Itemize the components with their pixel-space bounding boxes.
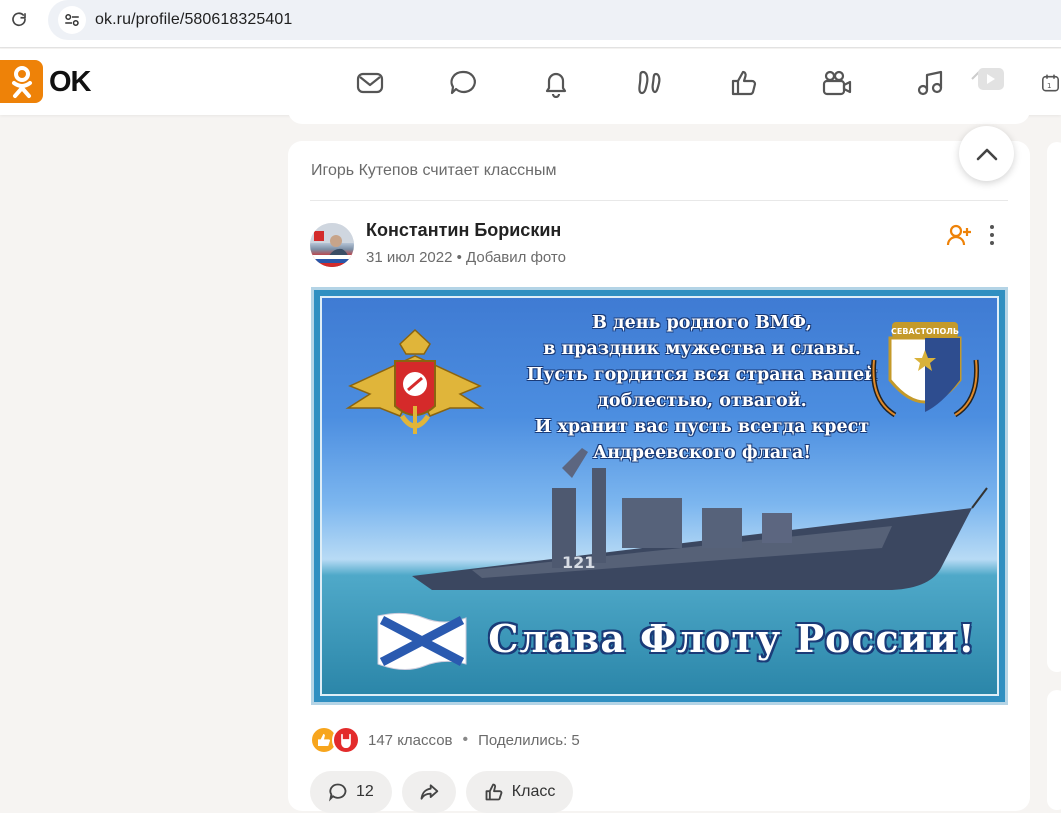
music-icon[interactable] xyxy=(914,67,946,99)
post-action: Добавил фото xyxy=(466,249,566,266)
sevastopol-emblem-icon: СЕВАСТОПОЛЬ xyxy=(870,322,980,418)
shares-count[interactable]: Поделились: 5 xyxy=(478,732,580,749)
author-name[interactable]: Константин Борискин xyxy=(366,220,561,241)
right-column-card xyxy=(1047,690,1061,810)
warship-illustration: 121 xyxy=(412,448,988,590)
post-photo-content: В день родного ВМФ, в праздник мужества … xyxy=(320,296,999,696)
share-button[interactable] xyxy=(401,771,456,813)
site-settings-icon[interactable] xyxy=(58,6,86,34)
poem-line: Пусть гордится вся страна вашей xyxy=(526,365,878,385)
address-bar[interactable]: ok.ru/profile/580618325401 xyxy=(48,0,1061,40)
comments-button[interactable]: 12 xyxy=(310,771,392,813)
thumbs-up-icon xyxy=(485,783,503,801)
reload-icon[interactable] xyxy=(8,9,30,31)
slogan-text: Слава Флоту России! xyxy=(488,616,976,661)
reactions-bar: 147 классов • Поделились: 5 xyxy=(310,725,580,755)
guests-icon[interactable] xyxy=(634,67,666,99)
poem-line: доблестью, отвагой. xyxy=(597,391,807,411)
class-button[interactable]: Класс xyxy=(465,771,574,813)
ship-number: 121 xyxy=(562,553,595,572)
class-button-label: Класс xyxy=(511,783,556,800)
liked-by-text[interactable]: Игорь Кутепов считает классным xyxy=(311,162,556,180)
video-camera-icon[interactable] xyxy=(821,67,853,99)
chevron-up-icon xyxy=(976,148,997,160)
meta-separator: • xyxy=(456,249,467,266)
classes-count[interactable]: 147 классов xyxy=(368,732,453,749)
divider xyxy=(310,200,1008,201)
emblem-ribbon-text: СЕВАСТОПОЛЬ xyxy=(891,327,959,336)
poem-line: И хранит вас пусть всегда крест xyxy=(534,417,870,437)
poem-line: в праздник мужества и славы. xyxy=(543,339,861,359)
post-meta: 31 июл 2022 • Добавил фото xyxy=(366,249,566,266)
navy-emblem-icon xyxy=(345,328,485,434)
share-icon xyxy=(420,784,439,800)
ok-logo-icon[interactable] xyxy=(0,60,43,103)
greeting-poem: В день родного ВМФ, в праздник мужества … xyxy=(512,310,892,466)
mail-icon[interactable] xyxy=(354,67,386,99)
post-card: Игорь Кутепов считает классным Константи… xyxy=(288,141,1030,813)
svg-text:1: 1 xyxy=(1047,82,1051,90)
like-icon[interactable] xyxy=(728,67,760,99)
video-play-icon[interactable] xyxy=(970,63,1006,95)
comment-icon xyxy=(329,783,347,802)
previous-post-card xyxy=(288,100,1030,124)
poem-line: В день родного ВМФ, xyxy=(592,313,812,333)
post-actions: 12 Класс xyxy=(310,771,574,813)
right-column-card xyxy=(1047,142,1061,672)
separator-dot: • xyxy=(462,731,469,748)
post-photo[interactable]: В день родного ВМФ, в праздник мужества … xyxy=(311,287,1008,705)
avatar[interactable] xyxy=(310,223,354,267)
logo-text[interactable]: OK xyxy=(49,66,91,99)
url-text[interactable]: ok.ru/profile/580618325401 xyxy=(95,11,292,29)
scroll-to-top-button[interactable] xyxy=(959,126,1014,181)
add-friend-icon[interactable] xyxy=(946,223,972,247)
calendar-icon[interactable]: 1 xyxy=(1040,67,1061,99)
bell-icon[interactable] xyxy=(540,67,572,99)
browser-toolbar: ok.ru/profile/580618325401 xyxy=(0,0,1061,48)
chat-icon[interactable] xyxy=(447,67,479,99)
post-date[interactable]: 31 июл 2022 xyxy=(366,249,452,266)
more-options-icon[interactable] xyxy=(984,223,1000,247)
rock-reaction-icon[interactable] xyxy=(332,726,360,754)
andrew-flag-icon xyxy=(377,612,467,670)
comments-count: 12 xyxy=(356,783,374,800)
